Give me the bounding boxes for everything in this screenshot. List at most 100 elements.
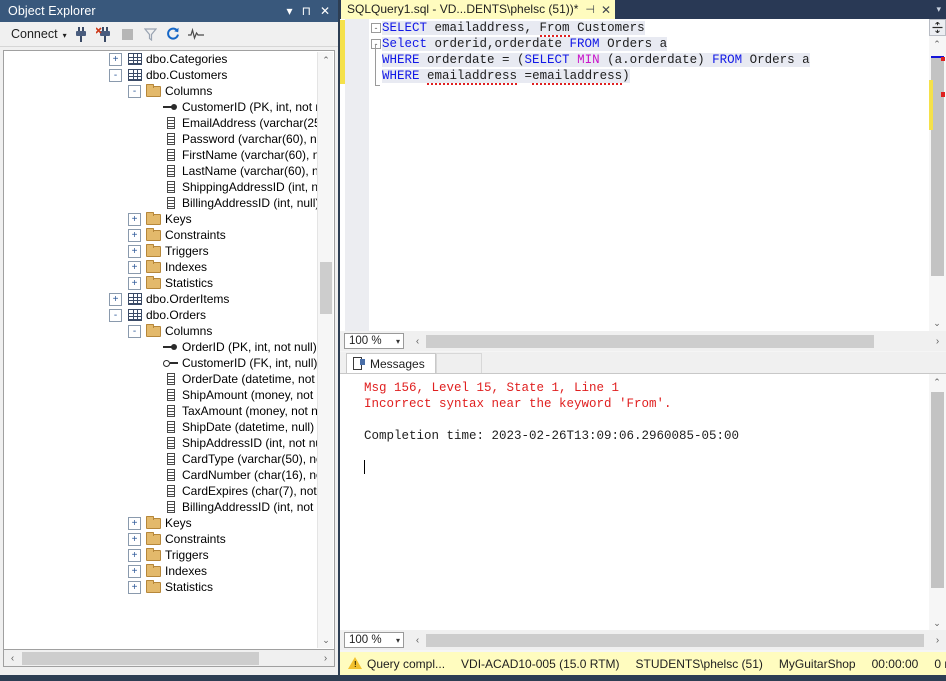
tree-item[interactable]: BillingAddressID (int, null) — [4, 195, 318, 211]
tree-item[interactable]: + dbo.OrderItems — [4, 291, 318, 307]
scroll-left-arrow[interactable]: ‹ — [409, 633, 426, 648]
tree-item[interactable]: ShipAddressID (int, not null) — [4, 435, 318, 451]
tree-item[interactable]: CardNumber (char(16), not nu — [4, 467, 318, 483]
tree-expander[interactable]: + — [128, 244, 141, 258]
tabstrip-dropdown-icon[interactable]: ▾ — [936, 4, 941, 15]
scroll-up-arrow[interactable]: ⌃ — [318, 52, 334, 68]
tree-horizontal-scrollbar[interactable]: ‹ › — [3, 650, 335, 667]
tree-expander[interactable]: - — [109, 308, 122, 322]
tab-pin-icon[interactable]: ⊣ — [585, 3, 595, 16]
tree-item[interactable]: CardExpires (char(7), not null) — [4, 483, 318, 499]
tree-expander[interactable]: + — [128, 276, 141, 290]
editor-scroll-up-arrow[interactable]: ⌃ — [929, 36, 945, 52]
tree-vertical-scrollbar[interactable]: ⌃ ⌄ — [317, 52, 333, 648]
sql-code-editor[interactable]: - - SELECT emailaddress, From Customers Se… — [340, 19, 946, 331]
editor-tab-sqlquery1[interactable]: SQLQuery1.sql - VD...DENTS\phelsc (51))*… — [341, 0, 616, 19]
hscrollbar-thumb[interactable] — [426, 334, 874, 348]
tree-item[interactable]: CustomerID (FK, int, null) — [4, 355, 318, 371]
hscroll-track[interactable] — [21, 651, 317, 666]
tree-item[interactable]: TaxAmount (money, not null) — [4, 403, 318, 419]
tree-item[interactable]: CustomerID (PK, int, not null) — [4, 99, 318, 115]
close-icon[interactable]: ✕ — [320, 5, 330, 17]
panel-dropdown-icon[interactable]: ▾ — [287, 5, 293, 17]
scroll-up-arrow[interactable]: ⌃ — [929, 374, 945, 390]
disconnect-icon[interactable] — [93, 24, 116, 44]
messages-scrollbar-thumb[interactable] — [931, 392, 944, 588]
hscrollbar-thumb[interactable] — [22, 651, 259, 665]
tree-item[interactable]: EmailAddress (varchar(255), n — [4, 115, 318, 131]
editor-scroll-down-arrow[interactable]: ⌄ — [929, 315, 945, 331]
tree-item[interactable]: + Keys — [4, 515, 318, 531]
tree-expander[interactable]: - — [128, 84, 141, 98]
tree-item[interactable]: + dbo.Categories — [4, 51, 318, 67]
tree-item[interactable]: OrderDate (datetime, not null) — [4, 371, 318, 387]
tree-expander[interactable]: + — [128, 564, 141, 578]
tree-item[interactable]: - dbo.Orders — [4, 307, 318, 323]
tree-item[interactable]: + Constraints — [4, 227, 318, 243]
tree-expander[interactable]: + — [128, 260, 141, 274]
tree-item[interactable]: + Constraints — [4, 531, 318, 547]
scroll-left-arrow[interactable]: ‹ — [4, 651, 21, 666]
hscroll-track[interactable] — [426, 334, 929, 349]
tab-messages[interactable]: Messages — [346, 353, 436, 373]
tree-item[interactable]: CardType (varchar(50), not nu — [4, 451, 318, 467]
scroll-right-arrow[interactable]: › — [929, 633, 946, 648]
tree-item[interactable]: - Columns — [4, 323, 318, 339]
scroll-down-arrow[interactable]: ⌄ — [318, 632, 334, 648]
scroll-right-arrow[interactable]: › — [317, 651, 334, 666]
tree-expander[interactable]: - — [128, 324, 141, 338]
tree-expander[interactable]: - — [109, 68, 122, 82]
tree-item[interactable]: LastName (varchar(60), not nu — [4, 163, 318, 179]
auto-hide-pin-icon[interactable]: ⊓ — [302, 5, 311, 17]
messages-zoom-select[interactable]: 100 % ▾ — [344, 632, 404, 648]
connect-icon[interactable] — [70, 24, 93, 44]
tree-item[interactable]: FirstName (varchar(60), not nu — [4, 147, 318, 163]
tree-item[interactable]: + Indexes — [4, 563, 318, 579]
tree-item[interactable]: + Triggers — [4, 547, 318, 563]
split-window-icon[interactable] — [929, 19, 946, 36]
tree-expander[interactable]: + — [109, 292, 122, 306]
tree-item[interactable]: OrderID (PK, int, not null) — [4, 339, 318, 355]
messages-output[interactable]: Msg 156, Level 15, State 1, Line 1 Incorr… — [340, 373, 946, 631]
tree-item[interactable]: + Triggers — [4, 243, 318, 259]
editor-zoom-select[interactable]: 100 % ▾ — [344, 333, 404, 349]
tree-expander[interactable]: + — [128, 532, 141, 546]
fold-toggle[interactable]: - — [371, 23, 381, 33]
code-text[interactable]: SELECT emailaddress, From Customers Selec… — [382, 20, 902, 85]
tree-expander[interactable]: + — [109, 52, 122, 66]
fold-toggle[interactable]: - — [371, 39, 381, 49]
tree-item[interactable]: ShipDate (datetime, null) — [4, 419, 318, 435]
tree-expander[interactable]: + — [128, 580, 141, 594]
tree-item[interactable]: - dbo.Customers — [4, 67, 318, 83]
tree-item[interactable]: - Columns — [4, 83, 318, 99]
editor-horizontal-scrollbar[interactable]: ‹ › — [409, 332, 946, 350]
tree-expander[interactable]: + — [128, 516, 141, 530]
tree-item[interactable]: Password (varchar(60), not nu — [4, 131, 318, 147]
tree-item[interactable]: + Indexes — [4, 259, 318, 275]
messages-vertical-scrollbar[interactable]: ⌃ ⌄ — [929, 374, 946, 631]
messages-horizontal-scrollbar[interactable]: ‹ › — [409, 631, 946, 649]
activity-monitor-icon[interactable] — [185, 24, 208, 44]
scroll-down-arrow[interactable]: ⌄ — [929, 615, 945, 631]
tree-item[interactable]: + Keys — [4, 211, 318, 227]
hscroll-track[interactable] — [426, 633, 929, 648]
object-explorer-tree[interactable]: + dbo.Categories - dbo.Customers - Columns Cus… — [4, 51, 318, 649]
tree-item[interactable]: ShippingAddressID (int, null) — [4, 179, 318, 195]
scroll-right-arrow[interactable]: › — [929, 334, 946, 349]
scrollbar-thumb[interactable] — [320, 262, 332, 314]
editor-vertical-scrollbar[interactable]: ⌃ ⌄ — [929, 19, 946, 331]
tab-close-icon[interactable]: ✕ — [601, 3, 611, 17]
scroll-left-arrow[interactable]: ‹ — [409, 334, 426, 349]
tree-expander[interactable]: + — [128, 548, 141, 562]
editor-scroll-track[interactable]: ⌃ ⌄ — [929, 36, 946, 331]
tree-item[interactable]: + Statistics — [4, 275, 318, 291]
tree-item[interactable]: + Statistics — [4, 579, 318, 595]
refresh-icon[interactable] — [162, 24, 185, 44]
tree-item[interactable]: BillingAddressID (int, not null) — [4, 499, 318, 515]
tree-expander[interactable]: + — [128, 228, 141, 242]
tree-expander[interactable]: + — [128, 212, 141, 226]
tree-item[interactable]: ShipAmount (money, not null — [4, 387, 318, 403]
editor-scrollbar-thumb[interactable] — [929, 58, 944, 276]
hscrollbar-thumb[interactable] — [426, 633, 924, 647]
connect-button[interactable]: Connect ▾ — [8, 25, 70, 43]
